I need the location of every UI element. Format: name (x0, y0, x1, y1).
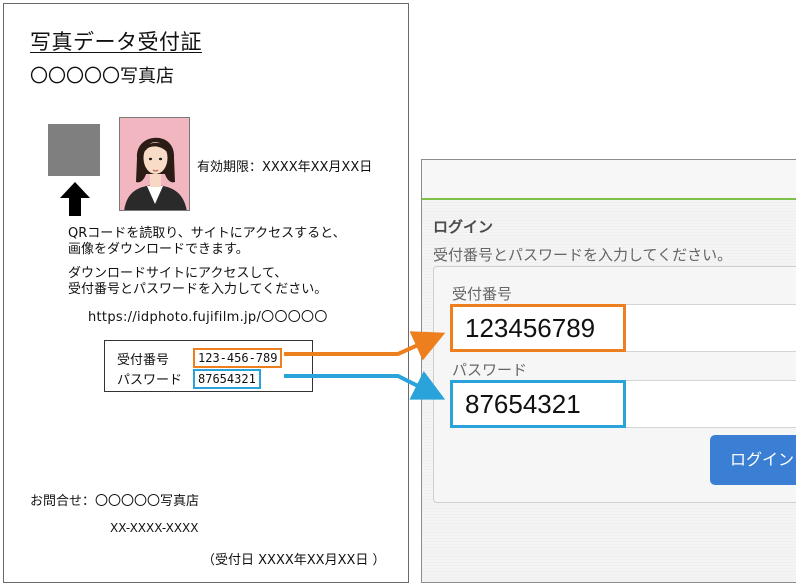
instruction-qr: QRコードを読取り、サイトにアクセスすると、 画像をダウンロードできます。 (68, 226, 346, 257)
login-screen: ログイン 受付番号とパスワードを入力してください。 受付番号 123456789… (421, 159, 796, 583)
credentials-box: 受付番号 123-456-789 パスワード 87654321 (104, 340, 313, 392)
qr-code-placeholder (48, 124, 100, 176)
header-bar (422, 160, 796, 200)
receipt-number-value: 123-456-789 (193, 348, 283, 368)
password-value: 87654321 (193, 369, 261, 389)
contact-info: お問合せ：〇〇〇〇〇写真店 (30, 494, 200, 509)
id-photo-illustration (119, 117, 190, 211)
instruction-download: ダウンロードサイトにアクセスして、 受付番号とパスワードを入力してください。 (68, 266, 328, 297)
receipt-number-field-label: 受付番号 (452, 285, 513, 303)
expiry-date: 有効期限：XXXX年XX月XX日 (197, 160, 373, 175)
password-input[interactable]: 87654321 (450, 380, 626, 428)
receipt-number-label: 受付番号 (117, 353, 170, 368)
password-label: パスワード (117, 373, 183, 388)
contact-phone: XX-XXXX-XXXX (110, 521, 199, 535)
receipt-title: 写真データ受付証 (30, 30, 202, 54)
password-field-label: パスワード (452, 361, 528, 379)
receipt-number-input[interactable]: 123456789 (450, 304, 626, 352)
login-heading: ログイン (433, 218, 494, 236)
download-url: https://idphoto.fujifilm.jp/〇〇〇〇〇 (88, 310, 328, 325)
shop-name: 〇〇〇〇〇写真店 (30, 66, 174, 87)
login-description: 受付番号とパスワードを入力してください。 (433, 246, 733, 264)
receipt-card: 写真データ受付証 〇〇〇〇〇写真店 有効期限：XXXX年XX月XX日 QRコード… (3, 3, 409, 583)
received-date: （受付日 XXXX年XX月XX日 ） (202, 553, 386, 568)
login-panel: 受付番号 123456789 パスワード 87654321 ログイン (433, 266, 796, 503)
login-button[interactable]: ログイン (710, 435, 796, 485)
up-arrow-icon (60, 182, 90, 216)
